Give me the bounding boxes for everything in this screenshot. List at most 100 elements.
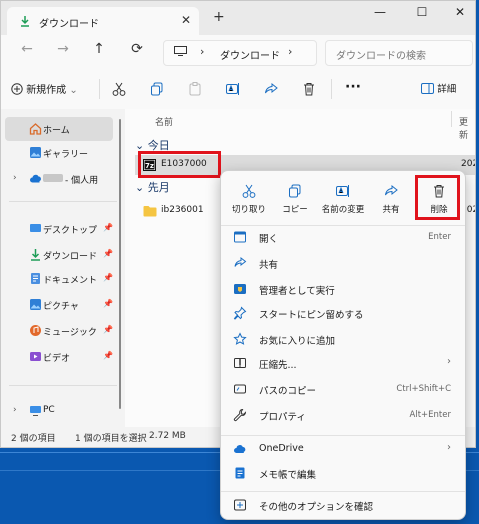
pin-icon xyxy=(233,306,247,320)
sidebar-item-label: ミュージック xyxy=(43,328,97,338)
menu-divider xyxy=(221,491,465,492)
new-tab-button[interactable]: + xyxy=(213,9,225,25)
menu-item-label: メモ帳で編集 xyxy=(259,470,317,481)
group-header-last-month[interactable]: ⌄ 先月 xyxy=(135,179,170,195)
document-icon xyxy=(31,273,40,284)
sidebar-item-onedrive[interactable]: › - 個人用 xyxy=(5,167,113,191)
back-button[interactable]: ← xyxy=(17,41,37,57)
new-label: 新規作成 xyxy=(26,85,67,96)
details-button[interactable]: 詳細 xyxy=(421,81,456,95)
copy-button[interactable]: コピー xyxy=(273,183,317,223)
tab-downloads[interactable]: ダウンロード ✕ xyxy=(7,7,199,35)
more-options-icon xyxy=(234,499,246,511)
share-icon xyxy=(385,184,398,196)
sidebar-item-music[interactable]: ミュージック 📌 xyxy=(5,319,113,343)
tab-close-button[interactable]: ✕ xyxy=(181,13,191,27)
shield-icon xyxy=(234,284,246,294)
account-name-blurred xyxy=(43,174,63,182)
wrench-icon xyxy=(233,408,247,422)
menu-item-pin-to-start[interactable]: スタートにピン留めする xyxy=(225,301,461,325)
paste-icon xyxy=(189,82,201,96)
more-options-button[interactable]: ··· xyxy=(345,79,361,95)
rename-icon xyxy=(336,185,349,197)
share-icon xyxy=(234,256,247,267)
download-icon xyxy=(31,249,40,261)
menu-item-edit-notepad[interactable]: メモ帳で編集 xyxy=(225,461,461,485)
command-bar: 新規作成 ⌄ ··· 詳細 xyxy=(1,69,475,110)
menu-item-share[interactable]: 共有 xyxy=(225,251,461,275)
pin-icon: 📌 xyxy=(103,299,113,308)
column-header-name[interactable]: 名前 xyxy=(155,115,173,128)
sidebar-item-home[interactable]: ホーム xyxy=(5,117,113,141)
menu-item-more-options[interactable]: その他のオプションを確認 xyxy=(225,493,461,517)
menu-item-shortcut: Ctrl+Shift+C xyxy=(396,384,451,394)
notepad-icon xyxy=(235,467,245,479)
status-selected: 1 個の項目を選択 xyxy=(75,434,147,444)
breadcrumb-separator: › xyxy=(200,45,205,58)
close-button[interactable]: ✕ xyxy=(445,5,475,19)
menu-item-compress[interactable]: 圧縮先... › xyxy=(225,351,461,375)
sidebar-item-pc[interactable]: › PC xyxy=(5,399,113,423)
breadcrumb-separator[interactable]: › xyxy=(288,45,292,58)
sidebar-item-pictures[interactable]: ピクチャ 📌 xyxy=(5,293,113,317)
details-label: 詳細 xyxy=(437,84,457,95)
file-date: 2024 xyxy=(461,159,475,169)
up-button[interactable]: ↑ xyxy=(89,41,109,57)
chevron-down-icon: ⌄ xyxy=(69,85,78,96)
menu-item-copy-path[interactable]: パスのコピー Ctrl+Shift+C xyxy=(225,377,461,401)
search-box[interactable]: ダウンロードの検索 xyxy=(325,40,473,66)
pc-icon xyxy=(30,406,41,416)
trash-icon[interactable] xyxy=(301,81,317,97)
cloud-icon xyxy=(234,445,246,453)
copy-label: コピー xyxy=(282,205,308,215)
status-item-count: 2 個の項目 xyxy=(11,434,56,444)
folder-icon xyxy=(143,206,157,217)
highlight-selected-file xyxy=(138,151,221,178)
rename-button[interactable]: 名前の変更 xyxy=(321,183,365,223)
sidebar-item-label: PC xyxy=(43,405,55,415)
rename-icon[interactable] xyxy=(225,81,241,97)
sidebar-item-videos[interactable]: ビデオ 📌 xyxy=(5,345,113,369)
submenu-arrow-icon: › xyxy=(447,356,451,367)
details-pane-icon xyxy=(421,83,434,94)
navigation-pane: ホーム ギャラリー › - 個人用 デスクトップ 📌 ダウンロード 📌 ドキュメ… xyxy=(1,109,125,427)
sidebar-item-desktop[interactable]: デスクトップ 📌 xyxy=(5,217,113,241)
share-label: 共有 xyxy=(382,205,400,215)
menu-item-shortcut: Alt+Enter xyxy=(409,410,451,420)
share-button[interactable]: 共有 xyxy=(369,183,413,223)
desktop-icon xyxy=(30,224,41,232)
sidebar-scrollbar[interactable] xyxy=(119,119,121,409)
menu-item-open[interactable]: 開く Enter xyxy=(225,225,461,249)
menu-item-run-as-admin[interactable]: 管理者として実行 xyxy=(225,277,461,301)
sidebar-item-documents[interactable]: ドキュメント 📌 xyxy=(5,267,113,291)
search-placeholder: ダウンロードの検索 xyxy=(336,51,426,62)
forward-button[interactable]: → xyxy=(53,41,73,57)
new-button[interactable]: 新規作成 ⌄ xyxy=(11,81,78,96)
expand-chevron-icon[interactable]: › xyxy=(13,173,17,183)
menu-item-properties[interactable]: プロパティ Alt+Enter xyxy=(225,403,461,427)
maximize-button[interactable]: ☐ xyxy=(407,5,437,19)
chevron-down-icon: ⌄ xyxy=(135,181,145,194)
refresh-button[interactable]: ⟳ xyxy=(127,41,147,57)
expand-chevron-icon[interactable]: › xyxy=(13,405,17,415)
copy-icon[interactable] xyxy=(149,81,165,97)
sidebar-item-downloads[interactable]: ダウンロード 📌 xyxy=(5,243,113,267)
menu-item-onedrive[interactable]: OneDrive › xyxy=(225,437,461,461)
menu-item-shortcut: Enter xyxy=(428,232,451,242)
video-icon xyxy=(30,352,41,361)
pin-icon: 📌 xyxy=(103,325,113,334)
menu-item-add-favorite[interactable]: お気に入りに追加 xyxy=(225,327,461,351)
context-menu: 切り取り コピー 名前の変更 共有 削除 開く Enter 共有 管理者として実… xyxy=(220,170,466,520)
minimize-button[interactable]: — xyxy=(365,5,395,19)
sidebar-item-gallery[interactable]: ギャラリー xyxy=(5,141,113,165)
cut-button[interactable]: 切り取り xyxy=(227,183,271,223)
share-icon[interactable] xyxy=(263,81,279,97)
cut-icon[interactable] xyxy=(111,81,127,97)
address-bar[interactable]: › ダウンロード › xyxy=(163,40,317,66)
status-size: 2.72 MB xyxy=(149,431,186,441)
column-header-date[interactable]: 更新 xyxy=(459,115,475,141)
column-divider[interactable] xyxy=(451,111,452,127)
group-label: 先月 xyxy=(147,181,170,194)
menu-item-label: プロパティ xyxy=(259,412,306,423)
breadcrumb-downloads[interactable]: ダウンロード xyxy=(220,47,280,62)
